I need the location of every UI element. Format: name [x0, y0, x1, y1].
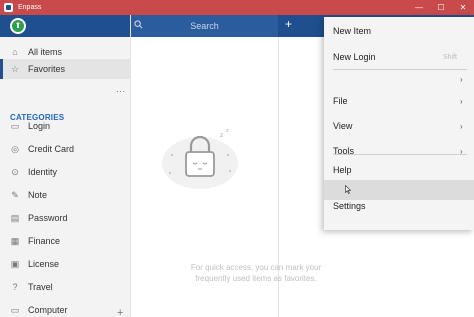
sidebar-item-label: Credit Card	[28, 144, 75, 154]
menu-item-submenu[interactable]: ›	[324, 69, 474, 89]
sidebar-item-license[interactable]: ▣ License	[0, 254, 131, 274]
sidebar-item-label: Finance	[28, 236, 61, 246]
sidebar: ⬆ ⌂ All items ☆ Favorites ··· CATEGORIES…	[0, 15, 131, 317]
maximize-button[interactable]: ☐	[430, 0, 452, 15]
chevron-right-icon: ›	[460, 121, 463, 131]
menu-item-label: New Item	[333, 26, 372, 36]
chevron-right-icon: ›	[460, 74, 463, 84]
menu-item-view[interactable]: View ›	[324, 116, 474, 136]
window-controls: — ☐ ✕	[408, 0, 474, 15]
menu-item-new-item[interactable]: New Item	[324, 21, 474, 41]
finance-icon: ▦	[10, 236, 20, 246]
sidebar-item-label: All items	[28, 47, 63, 57]
sidebar-item-label: Travel	[28, 282, 53, 292]
note-icon: ✎	[11, 190, 19, 200]
empty-state-message: For quick access, you can mark your freq…	[190, 263, 322, 283]
menu-item-shortcut: Shift	[443, 53, 458, 61]
add-category-button[interactable]: +	[117, 307, 123, 317]
sidebar-item-label: License	[28, 259, 60, 269]
sidebar-item-label: Identity	[28, 167, 58, 177]
sidebar-item-finance[interactable]: ▦ Finance	[0, 231, 131, 251]
vault-logo-icon: ⬆	[12, 20, 24, 32]
sidebar-item-label: Computer	[28, 305, 68, 315]
sidebar-header: ⬆	[0, 15, 130, 37]
menu-item-label: View	[333, 121, 353, 131]
more-options-icon[interactable]: ···	[116, 86, 125, 96]
search-input[interactable]: Search	[131, 15, 278, 37]
add-item-button[interactable]: +	[285, 17, 292, 31]
menu-item-file[interactable]: File ›	[324, 91, 474, 111]
menu-item-label: Settings	[333, 201, 366, 211]
menu-item-label: File	[333, 96, 348, 106]
sidebar-item-identity[interactable]: ⊙ Identity	[0, 162, 131, 182]
license-icon: ▣	[10, 259, 20, 269]
sidebar-item-credit-card[interactable]: ◎ Credit Card	[0, 139, 131, 159]
sidebar-item-travel[interactable]: ? Travel	[0, 277, 131, 297]
password-icon: ▤	[10, 213, 20, 223]
login-icon: ▭	[10, 121, 20, 131]
sidebar-item-label: Favorites	[28, 64, 66, 74]
sidebar-item-label: Login	[28, 121, 51, 131]
svg-text:z: z	[226, 128, 229, 134]
star-icon: ☆	[10, 64, 20, 74]
sidebar-item-label: Password	[28, 213, 68, 223]
sidebar-item-favorites[interactable]: ☆ Favorites	[0, 59, 131, 79]
menu-item-tools[interactable]: Tools ›	[324, 141, 474, 161]
search-placeholder: Search	[190, 21, 219, 31]
computer-icon: ▭	[10, 305, 20, 315]
travel-icon: ?	[12, 282, 18, 292]
lock-illustration-icon: z z	[162, 128, 238, 189]
menu-separator	[333, 154, 467, 155]
close-button[interactable]: ✕	[452, 0, 474, 15]
svg-text:z: z	[220, 132, 223, 139]
minimize-button[interactable]: —	[408, 0, 430, 15]
menu-item-label: New Login	[333, 52, 376, 62]
title-bar: Enpass — ☐ ✕	[0, 0, 474, 15]
menu-item-help[interactable]: Help	[324, 160, 474, 180]
chevron-right-icon: ›	[460, 96, 463, 106]
identity-icon: ⊙	[11, 167, 19, 177]
mouse-cursor-icon	[345, 185, 351, 194]
sidebar-item-note[interactable]: ✎ Note	[0, 185, 131, 205]
main-menu: New Item New Login Shift › File › View ›…	[324, 17, 474, 230]
vault-logo[interactable]: ⬆	[10, 18, 26, 34]
menu-item-settings[interactable]: Settings	[324, 196, 474, 216]
menu-item-new-login[interactable]: New Login Shift	[324, 47, 474, 67]
credit-card-icon: ◎	[11, 144, 19, 154]
home-icon: ⌂	[12, 47, 18, 57]
sidebar-item-password[interactable]: ▤ Password	[0, 208, 131, 228]
sidebar-item-label: Note	[28, 190, 48, 200]
window-title: Enpass	[18, 4, 42, 11]
sidebar-item-login[interactable]: ▭ Login	[0, 116, 131, 136]
sidebar-item-computer[interactable]: ▭ Computer	[0, 300, 131, 317]
menu-item-label: Help	[333, 165, 352, 175]
app-icon	[4, 3, 13, 12]
